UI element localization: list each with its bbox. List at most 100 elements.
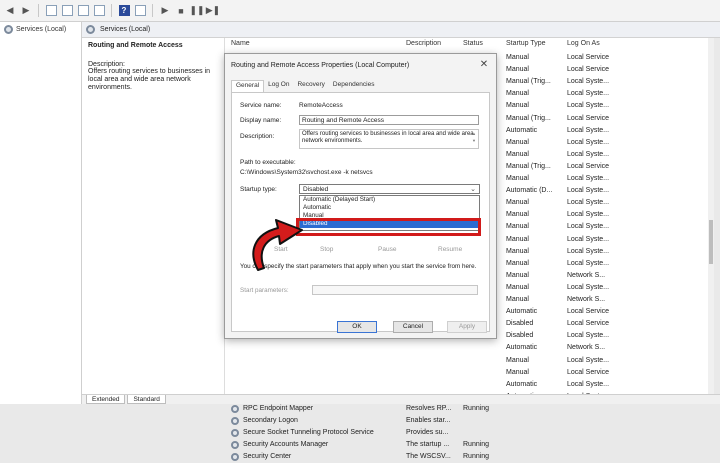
path-label: Path to executable: (240, 159, 296, 166)
log-on-as-cell: Local Syste... (567, 211, 610, 219)
tab-general[interactable]: General (231, 80, 265, 92)
tab-recovery[interactable]: Recovery (293, 80, 328, 92)
column-header-startup-type[interactable]: Startup Type (506, 40, 546, 47)
service-status-cell: Running (463, 441, 490, 449)
tab-log-on[interactable]: Log On (264, 80, 293, 92)
restart-service-icon[interactable]: ▶❚ (206, 4, 220, 18)
export-list-icon[interactable] (92, 4, 106, 18)
table-row[interactable]: Automatic Network S... (225, 342, 715, 354)
startup-type-cell: Manual (506, 271, 529, 279)
forward-icon[interactable]: ▶ (19, 4, 33, 18)
cancel-button[interactable]: Cancel (393, 321, 433, 333)
startup-type-cell: Manual (506, 368, 529, 376)
dialog-tabs: General Log On Recovery Dependencies (231, 80, 378, 92)
pause-service-icon[interactable]: ❚❚ (189, 4, 204, 18)
log-on-as-cell: Local Service (567, 54, 610, 61)
service-description-cell: Provides su... (406, 429, 449, 437)
service-status-cell: Running (463, 404, 490, 412)
startup-type-cell: Manual (506, 66, 529, 74)
startup-type-cell: Manual (506, 247, 529, 255)
display-name-label: Display name: (240, 117, 282, 124)
log-on-as-cell: Local Syste... (567, 78, 610, 86)
tree-item-label: Services (Local) (16, 26, 67, 33)
tab-dependencies[interactable]: Dependencies (329, 80, 379, 92)
scrollbar-thumb[interactable] (709, 220, 713, 264)
table-row[interactable]: Manual Local Service (225, 367, 715, 379)
display-name-field[interactable]: Routing and Remote Access (299, 115, 479, 125)
start-service-icon[interactable]: ▶ (158, 4, 172, 18)
startup-type-cell: Automatic (506, 126, 538, 134)
show-hide-console-tree-icon[interactable] (44, 4, 58, 18)
description-field[interactable]: Offers routing services to businesses in… (299, 129, 479, 149)
path-value: C:\Windows\System32\svchost.exe -k netsv… (240, 169, 373, 176)
toolbar-separator (38, 4, 39, 17)
toolbar-separator (152, 4, 153, 17)
startup-type-cell: Manual (Trig... (506, 162, 551, 170)
startup-type-cell: Manual (Trig... (506, 78, 551, 86)
table-row[interactable]: Secure Socket Tunneling Protocol Service… (225, 427, 715, 439)
start-parameters-field[interactable] (312, 285, 478, 295)
log-on-as-cell: Network S... (567, 344, 606, 352)
description-scroll-icon[interactable]: ▲ ▼ (472, 130, 477, 148)
log-on-as-cell: Local Syste... (567, 235, 610, 243)
gear-icon (4, 25, 13, 34)
gear-icon (86, 25, 95, 34)
log-on-as-cell: Local Syste... (567, 380, 610, 388)
log-on-as-cell: Local Syste... (567, 102, 610, 110)
startup-type-cell: Manual (506, 283, 529, 291)
column-header-name[interactable]: Name (231, 40, 250, 47)
option-automatic-delayed[interactable]: Automatic (Delayed Start) (300, 196, 479, 204)
resume-button[interactable]: Resume (438, 246, 462, 253)
startup-type-cell: Manual (506, 150, 529, 158)
log-on-as-cell: Local Service (567, 368, 610, 376)
dialog-title: Routing and Remote Access Properties (Lo… (231, 62, 410, 69)
log-on-as-cell: Local Syste... (567, 332, 610, 340)
tree-item-services-local[interactable]: Services (Local) (0, 22, 81, 37)
service-description-cell: The WSCSV... (406, 453, 451, 461)
column-header-description[interactable]: Description (406, 40, 441, 47)
startup-type-cell: Manual (506, 235, 529, 243)
gear-icon (231, 404, 239, 413)
apply-button[interactable]: Apply (447, 321, 487, 333)
close-icon[interactable]: ✕ (478, 59, 490, 71)
startup-type-cell: Manual (506, 175, 529, 182)
service-status-cell: Running (463, 453, 490, 461)
help-icon[interactable]: ? (117, 4, 131, 18)
startup-type-cell: Manual (506, 102, 529, 110)
stop-service-icon[interactable]: ■ (174, 4, 188, 18)
properties-icon[interactable] (60, 4, 74, 18)
log-on-as-cell: Local Syste... (567, 283, 610, 291)
ok-button[interactable]: OK (337, 321, 377, 333)
refresh-icon[interactable] (76, 4, 90, 18)
table-row[interactable]: Security Accounts Manager The startup ...… (225, 439, 715, 451)
table-row[interactable]: Manual Local Syste... (225, 355, 715, 367)
service-name-cell: Secure Socket Tunneling Protocol Service (243, 429, 374, 437)
startup-type-cell: Automatic (506, 380, 538, 388)
pause-button[interactable]: Pause (378, 246, 396, 253)
main-header-title: Services (Local) (100, 26, 151, 33)
tab-standard[interactable]: Standard (127, 395, 166, 404)
column-header-log-on-as[interactable]: Log On As (567, 40, 600, 47)
stop-button[interactable]: Stop (320, 246, 333, 253)
table-row[interactable]: Security Center The WSCSV... Running (225, 451, 715, 463)
startup-type-cell: Manual (Trig... (506, 114, 551, 122)
log-on-as-cell: Local Syste... (567, 138, 610, 146)
startup-type-cell: Manual (506, 138, 529, 146)
startup-type-cell: Manual (506, 259, 529, 267)
option-automatic[interactable]: Automatic (300, 204, 479, 212)
tab-extended[interactable]: Extended (86, 395, 126, 404)
back-icon[interactable]: ◀ (3, 4, 17, 18)
chevron-down-icon: ⌄ (470, 186, 476, 193)
service-name-label: Service name: (240, 102, 282, 109)
startup-type-cell: Manual (506, 296, 529, 303)
table-row[interactable]: RPC Endpoint Mapper Resolves RP... Running (225, 403, 715, 415)
column-header-status[interactable]: Status (463, 40, 483, 47)
log-on-as-cell: Local Service (567, 114, 610, 122)
log-on-as-cell: Local Syste... (567, 90, 610, 98)
vertical-scrollbar[interactable] (708, 38, 714, 394)
table-row[interactable]: Automatic Local Syste... (225, 379, 715, 391)
view-icon[interactable] (133, 4, 147, 18)
startup-type-select[interactable]: Disabled ⌄ (299, 184, 480, 194)
table-row[interactable]: Secondary Logon Enables star... (225, 415, 715, 427)
log-on-as-cell: Local Service (567, 162, 610, 170)
